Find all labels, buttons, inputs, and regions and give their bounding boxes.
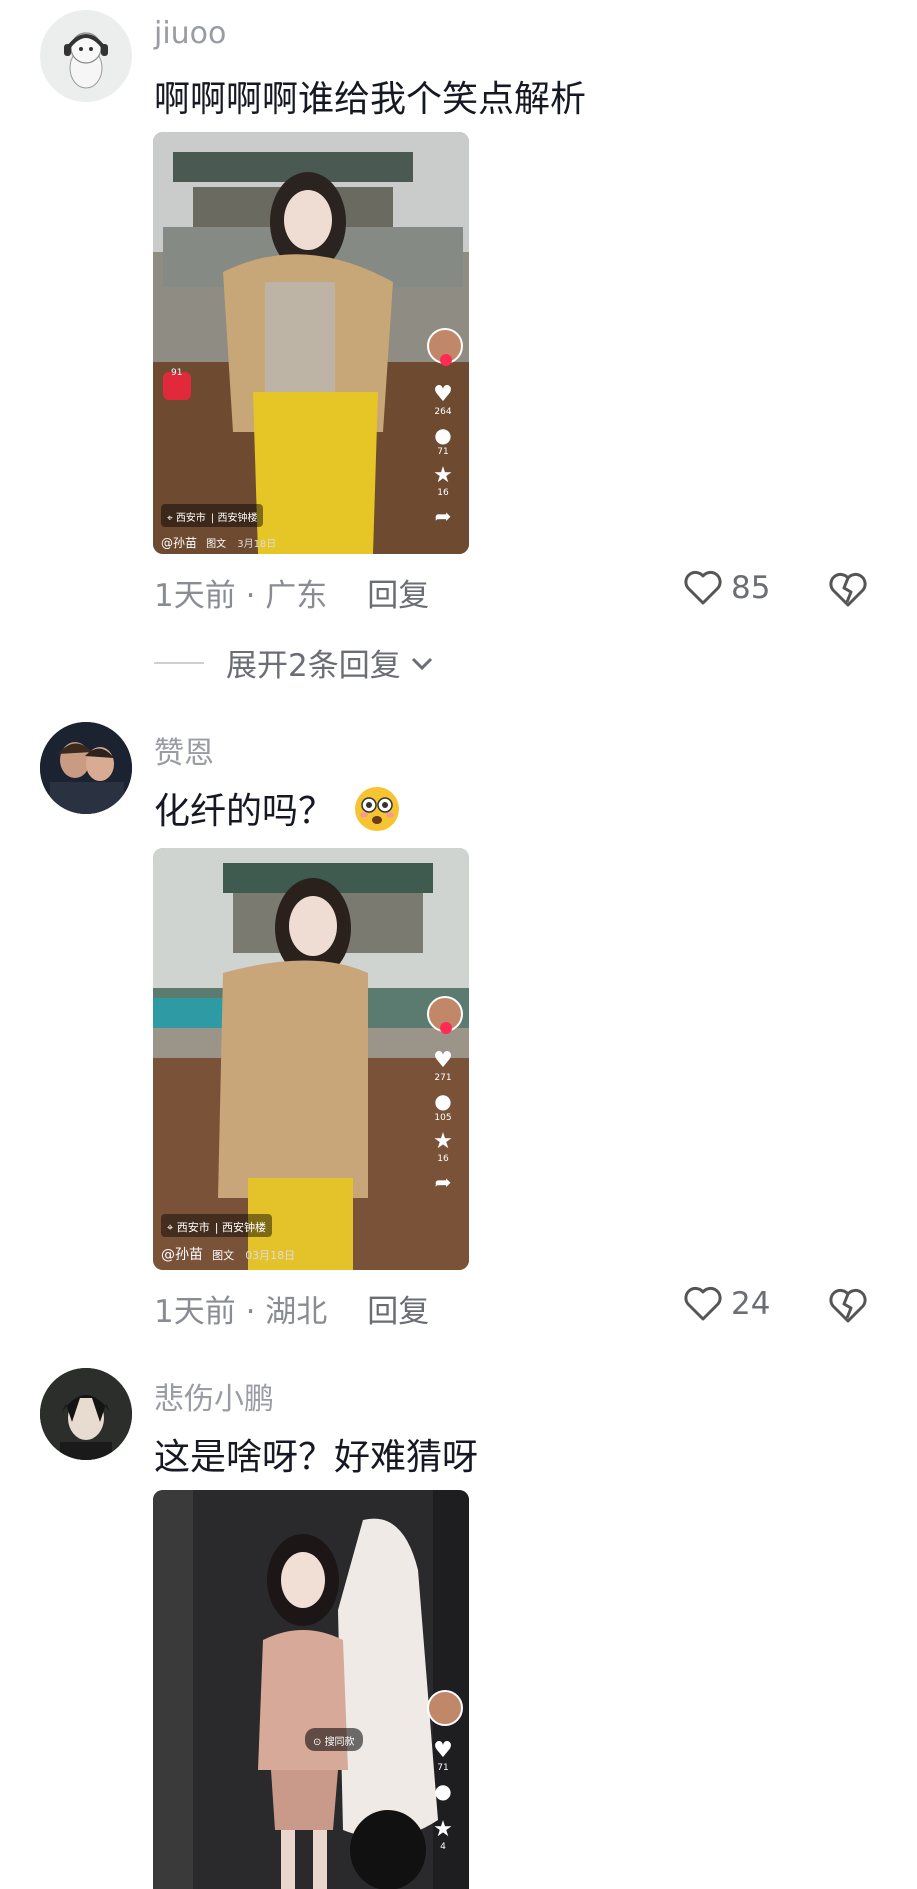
thumbnail-image <box>153 848 469 1270</box>
username[interactable]: 赞恩 <box>154 728 214 772</box>
avatar[interactable] <box>40 1368 132 1460</box>
comment-time: 1天前 <box>154 578 236 614</box>
like-button[interactable]: 24 <box>683 1286 770 1322</box>
favorite-count: 16 <box>437 488 449 498</box>
thumbnail-image <box>153 1490 469 1889</box>
type-label: 图文 <box>212 1249 235 1262</box>
comment-location: 广东 <box>265 578 328 614</box>
star-icon[interactable]: ★ <box>423 1129 463 1154</box>
expand-replies[interactable]: 展开2条回复 <box>154 640 437 685</box>
side-actions: ♥ 271 ● 105 ★ 16 ➦ <box>423 1048 463 1194</box>
location-city: 西安市 <box>176 1221 210 1234</box>
location-place: 西安钟楼 <box>217 513 258 524</box>
location-tag[interactable]: ⌖ 西安市 | 西安钟楼 <box>161 504 264 527</box>
like-count: 71 <box>437 1763 449 1773</box>
comment-time: 1天前 <box>154 1294 236 1330</box>
side-actions: ♥ 264 ● 71 ★ 16 ➦ <box>423 382 463 528</box>
username[interactable]: jiuoo <box>154 16 226 51</box>
video-thumbnail[interactable]: ⊙ 搜同款 ♥ 71 ● ★ 4 <box>153 1490 469 1889</box>
badge-count: 91 <box>171 368 183 378</box>
broken-heart-icon <box>829 1288 867 1323</box>
dislike-button[interactable] <box>828 572 868 612</box>
dislike-button[interactable] <box>828 1288 868 1328</box>
side-actions: ♥ 71 ● ★ 4 <box>423 1738 463 1852</box>
author-line: @孙苗 图文 03月18日 <box>161 1244 295 1264</box>
post-date: 03月18日 <box>245 1249 296 1262</box>
comment-icon[interactable]: ● <box>423 423 463 447</box>
comment-text: 啊啊啊啊谁给我个笑点解析 <box>154 79 587 120</box>
like-count: 264 <box>434 407 452 417</box>
thumbnail-image <box>153 132 469 554</box>
username[interactable]: 悲伤小鹏 <box>154 1374 274 1418</box>
follow-plus-icon[interactable] <box>440 354 452 366</box>
heart-icon[interactable]: ♥ <box>423 382 463 407</box>
chevron-down-icon <box>411 657 432 670</box>
heart-icon <box>684 570 722 605</box>
author-name[interactable]: @孙苗 <box>161 1247 203 1263</box>
comment-location: 湖北 <box>265 1294 328 1330</box>
comment-meta: 1天前 · 广东 回复 <box>154 578 430 614</box>
search-same-label: 搜同款 <box>324 1737 355 1748</box>
author-avatar[interactable] <box>427 1690 463 1726</box>
heart-icon[interactable]: ♥ <box>423 1048 463 1073</box>
comment-icon[interactable]: ● <box>423 1089 463 1113</box>
share-icon[interactable]: ➦ <box>423 504 463 528</box>
comment-count: 105 <box>434 1113 452 1123</box>
video-thumbnail[interactable]: 91 ♥ 264 ● 71 ★ 16 ➦ ⌖ 西安市 | 西安钟楼 @孙苗 图文… <box>153 132 469 554</box>
comment-icon[interactable]: ● <box>423 1779 463 1803</box>
expand-label: 展开2条回复 <box>226 648 401 684</box>
search-icon: ⊙ <box>313 1737 325 1748</box>
avatar[interactable] <box>40 722 132 814</box>
like-count: 271 <box>434 1073 452 1083</box>
comment-text: 这是啥呀？好难猜呀 <box>154 1437 479 1478</box>
favorite-count: 16 <box>437 1154 449 1164</box>
like-button[interactable]: 85 <box>683 570 770 606</box>
heart-icon <box>684 1286 722 1321</box>
location-place: 西安钟楼 <box>222 1221 266 1234</box>
share-icon[interactable]: ➦ <box>423 1170 463 1194</box>
reply-button[interactable]: 回复 <box>367 1294 429 1330</box>
favorite-count: 4 <box>440 1842 446 1852</box>
reply-button[interactable]: 回复 <box>367 578 429 614</box>
comment-count: 71 <box>437 447 449 457</box>
location-pin-icon: ⌖ <box>167 1221 177 1234</box>
location-tag[interactable]: ⌖ 西安市 | 西安钟楼 <box>161 1214 272 1237</box>
comment-text: 化纤的吗？ <box>154 782 401 842</box>
comment-meta: 1天前 · 湖北 回复 <box>154 1294 430 1330</box>
like-count: 85 <box>731 570 771 606</box>
location-city: 西安市 <box>175 513 206 524</box>
star-icon[interactable]: ★ <box>423 463 463 488</box>
broken-heart-icon <box>829 572 867 607</box>
author-name[interactable]: @孙苗 <box>161 536 197 550</box>
divider-line <box>154 661 204 664</box>
type-label: 图文 <box>206 539 227 550</box>
avatar[interactable] <box>40 10 132 102</box>
location-pin-icon: ⌖ <box>167 513 176 524</box>
author-line: @孙苗 图文 3月18日 <box>161 532 276 551</box>
video-thumbnail[interactable]: ♥ 271 ● 105 ★ 16 ➦ ⌖ 西安市 | 西安钟楼 @孙苗 图文 0… <box>153 848 469 1270</box>
star-icon[interactable]: ★ <box>423 1817 463 1842</box>
comment-text-content: 化纤的吗？ <box>154 791 335 832</box>
search-same-button[interactable]: ⊙ 搜同款 <box>305 1728 363 1751</box>
like-count: 24 <box>731 1286 771 1322</box>
flushed-face-emoji <box>353 785 401 842</box>
heart-icon[interactable]: ♥ <box>423 1738 463 1763</box>
follow-plus-icon[interactable] <box>440 1022 452 1034</box>
post-date: 3月18日 <box>237 539 277 550</box>
